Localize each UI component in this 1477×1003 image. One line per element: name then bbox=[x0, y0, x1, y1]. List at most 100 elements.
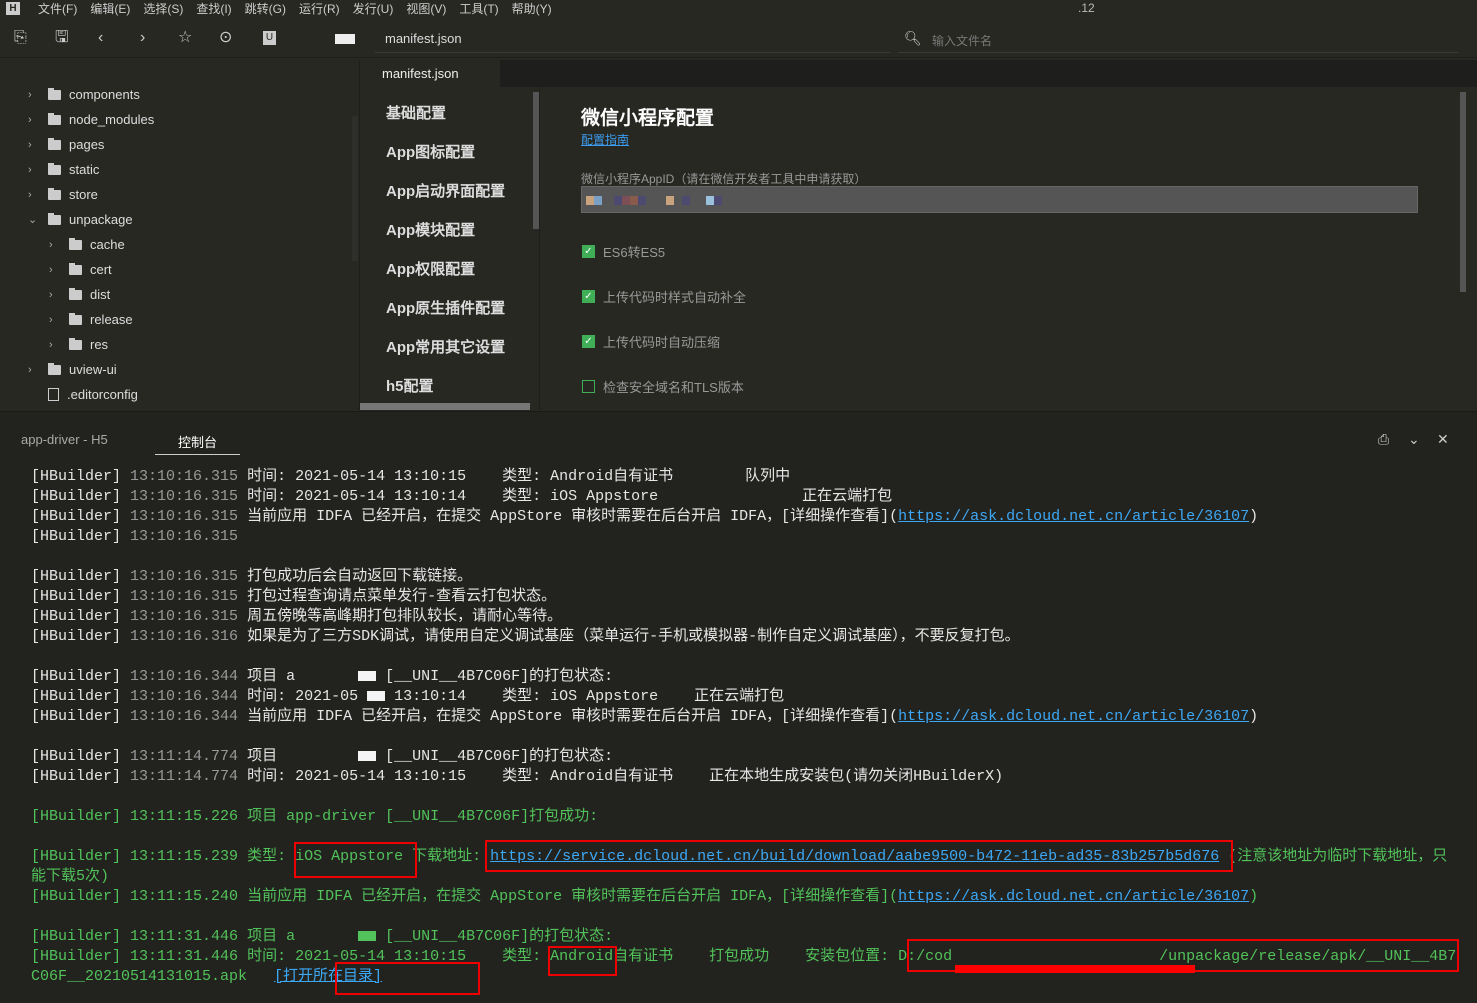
menu-item[interactable]: 发行(U) bbox=[353, 0, 394, 17]
chevron-right-icon[interactable]: › bbox=[49, 261, 59, 279]
guide-link[interactable]: 配置指南 bbox=[581, 131, 629, 148]
checkbox-option[interactable]: ✓ 上传代码时样式自动补全 bbox=[582, 287, 746, 306]
menu-item[interactable]: 视图(V) bbox=[406, 0, 446, 17]
log-text: [HBuilder] bbox=[31, 528, 131, 545]
redacted-block bbox=[358, 931, 377, 942]
log-text: 周五傍晚等高峰期打包排队较长，请耐心等待。 bbox=[238, 608, 563, 625]
chevron-right-icon[interactable]: › bbox=[28, 361, 38, 379]
window-title-fragment: .12 bbox=[1078, 1, 1095, 15]
settings-nav-item[interactable]: App原生插件配置 bbox=[386, 297, 505, 318]
checkbox-checked[interactable]: ✓ bbox=[582, 245, 595, 258]
content-scrollbar[interactable] bbox=[1460, 92, 1466, 292]
tree-item[interactable]: › res bbox=[49, 332, 108, 357]
checkbox-option[interactable]: ✓ ES6转ES5 bbox=[582, 242, 665, 261]
tree-item[interactable]: › release bbox=[49, 307, 133, 332]
settings-nav-item[interactable]: App图标配置 bbox=[386, 141, 475, 162]
tree-item[interactable]: › cache bbox=[49, 232, 125, 257]
settings-nav-item[interactable]: 基础配置 bbox=[386, 102, 446, 123]
file-search-input[interactable]: 🔍︎ 输入文件名 bbox=[898, 26, 1458, 53]
chevron-right-icon[interactable]: › bbox=[49, 311, 59, 329]
close-console-icon[interactable]: ✕ bbox=[1437, 431, 1449, 448]
checkbox-unchecked[interactable] bbox=[582, 380, 595, 393]
chevron-down-icon[interactable]: ⌄ bbox=[28, 211, 38, 229]
menu-item[interactable]: 工具(T) bbox=[459, 0, 498, 17]
chevron-down-icon[interactable]: ⌄ bbox=[1408, 431, 1420, 448]
settings-nav-item[interactable]: App常用其它设置 bbox=[386, 336, 505, 357]
checkbox-checked[interactable]: ✓ bbox=[582, 335, 595, 348]
log-text: [HBuilder] bbox=[31, 468, 131, 485]
tab-console[interactable]: 控制台 bbox=[155, 432, 240, 455]
chevron-right-icon[interactable]: › bbox=[49, 286, 59, 304]
menu-item[interactable]: 跳转(G) bbox=[245, 0, 286, 17]
log-timestamp: 13:10:16.316 bbox=[130, 628, 239, 645]
log-timestamp: 13:10:16.315 bbox=[130, 608, 239, 625]
tree-item[interactable]: ⌄ unpackage bbox=[28, 207, 133, 232]
log-text: [HBuilder] bbox=[31, 568, 131, 585]
log-text: [HBuilder] bbox=[31, 668, 131, 685]
tree-item[interactable]: › pages bbox=[28, 132, 104, 157]
checkbox-option[interactable]: ✓ 上传代码时自动压缩 bbox=[582, 332, 720, 351]
console-line: [HBuilder] 13:10:16.344 时间: 2021-05 13:1… bbox=[31, 687, 1461, 707]
console-export-icon[interactable]: ⎙ bbox=[1378, 431, 1389, 448]
save-icon[interactable]: 🖫 bbox=[55, 29, 69, 47]
tree-item-label: release bbox=[90, 311, 133, 327]
chevron-right-icon[interactable]: › bbox=[28, 86, 38, 104]
app-logo: H bbox=[6, 1, 20, 15]
settings-nav-item[interactable]: App启动界面配置 bbox=[386, 180, 505, 201]
menu-item[interactable]: 运行(R) bbox=[299, 0, 340, 17]
menu-item[interactable]: 选择(S) bbox=[143, 0, 183, 17]
menu-item[interactable]: 编辑(E) bbox=[90, 0, 130, 17]
back-icon[interactable]: ‹ bbox=[98, 29, 103, 47]
tab-project-console[interactable]: app-driver - H5 bbox=[21, 432, 108, 447]
address-bar[interactable]: manifest.json bbox=[375, 26, 890, 53]
log-link[interactable]: https://ask.dcloud.net.cn/article/36107 bbox=[898, 708, 1249, 725]
chevron-right-icon[interactable]: › bbox=[28, 111, 38, 129]
log-text: 项目 a bbox=[238, 928, 359, 945]
log-link[interactable]: https://service.dcloud.net.cn/build/down… bbox=[490, 848, 1219, 865]
tree-item-label: cache bbox=[90, 236, 125, 252]
log-link[interactable]: https://ask.dcloud.net.cn/article/36107 bbox=[898, 888, 1249, 905]
settings-nav-scrollbar[interactable] bbox=[533, 92, 539, 229]
menu-item[interactable]: 文件(F) bbox=[38, 0, 77, 17]
forward-icon[interactable]: › bbox=[140, 29, 145, 47]
bookmark-star-icon[interactable]: ☆ bbox=[178, 29, 192, 47]
sidebar-scrollbar[interactable] bbox=[352, 116, 358, 261]
tree-item[interactable]: › dist bbox=[49, 282, 110, 307]
editor-tab-manifest[interactable]: manifest.json bbox=[360, 60, 500, 87]
settings-nav-hscrollbar[interactable] bbox=[360, 403, 530, 410]
settings-nav-item[interactable]: App权限配置 bbox=[386, 258, 475, 279]
menu-item[interactable]: 帮助(Y) bbox=[512, 0, 552, 17]
tree-item[interactable]: .editorconfig bbox=[28, 382, 138, 407]
console-line: [HBuilder] 13:10:16.344 当前应用 IDFA 已经开启，在… bbox=[31, 707, 1461, 727]
tree-item[interactable]: › node_modules bbox=[28, 107, 154, 132]
log-timestamp: 13:10:16.315 bbox=[130, 508, 239, 525]
chevron-right-icon[interactable]: › bbox=[28, 161, 38, 179]
log-text: 13:10:14 类型: iOS Appstore 正在云端打包 bbox=[385, 688, 785, 705]
tree-item[interactable]: › static bbox=[28, 157, 99, 182]
tree-item[interactable]: › cert bbox=[49, 257, 112, 282]
log-link[interactable]: [打开所在目录] bbox=[274, 968, 382, 985]
chevron-right-icon[interactable]: › bbox=[28, 186, 38, 204]
chevron-right-icon[interactable]: › bbox=[49, 336, 59, 354]
new-file-icon[interactable]: ⎘ bbox=[14, 29, 27, 47]
run-icon[interactable]: ⊙ bbox=[219, 29, 232, 47]
settings-nav-item[interactable]: h5配置 bbox=[386, 375, 434, 396]
publish-icon[interactable]: U bbox=[263, 31, 276, 45]
tree-item[interactable]: › uview-ui bbox=[28, 357, 117, 382]
settings-nav-item[interactable]: App模块配置 bbox=[386, 219, 475, 240]
folder-icon bbox=[48, 162, 61, 175]
tree-item[interactable]: › store bbox=[28, 182, 98, 207]
chevron-right-icon[interactable]: › bbox=[49, 236, 59, 254]
log-link[interactable]: https://ask.dcloud.net.cn/article/36107 bbox=[898, 508, 1249, 525]
appid-input[interactable] bbox=[581, 186, 1418, 213]
checkbox-option[interactable]: 检查安全域名和TLS版本 bbox=[582, 377, 744, 396]
checkbox-checked[interactable]: ✓ bbox=[582, 290, 595, 303]
menu-item[interactable]: 查找(I) bbox=[196, 0, 231, 17]
log-timestamp: 13:10:16.315 bbox=[130, 568, 239, 585]
tree-item[interactable]: › components bbox=[28, 82, 140, 107]
chevron-right-icon[interactable]: › bbox=[28, 136, 38, 154]
log-text: 打包成功后会自动返回下载链接。 bbox=[238, 568, 473, 585]
